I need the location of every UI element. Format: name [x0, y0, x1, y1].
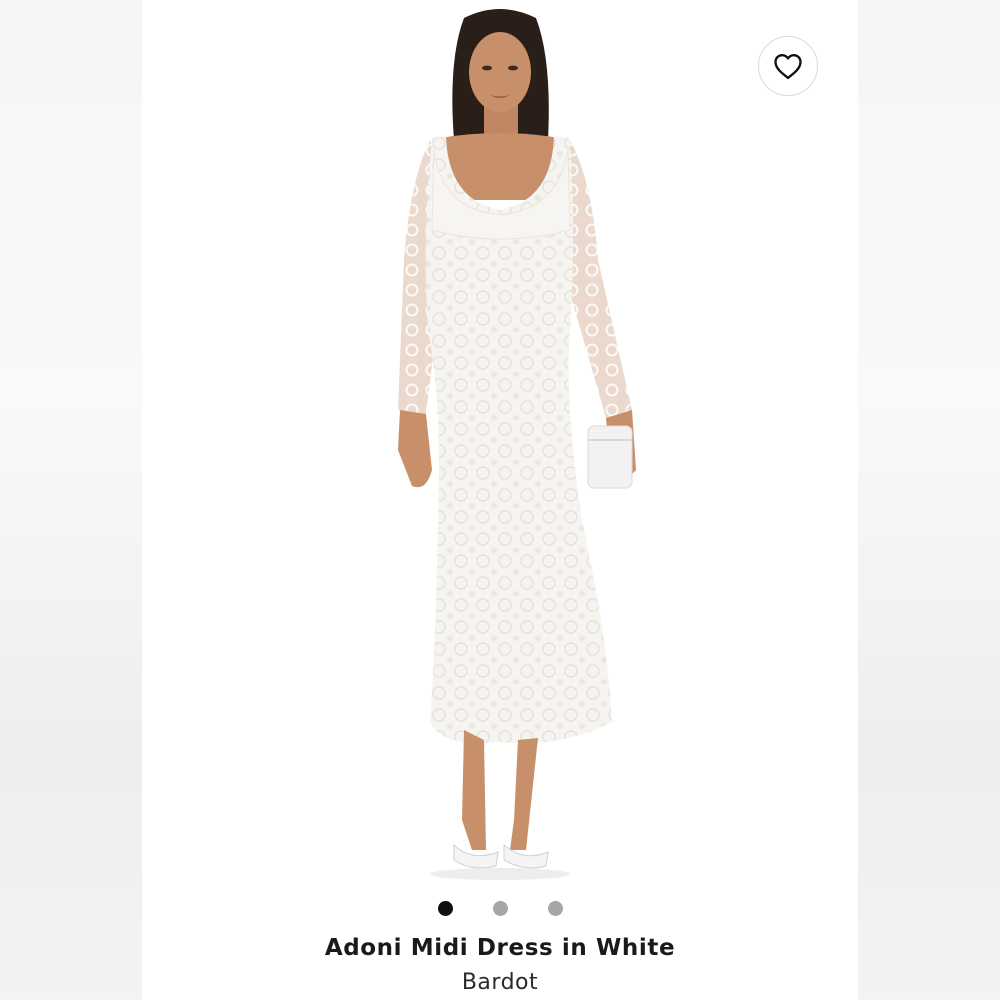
carousel-indicators	[142, 900, 858, 916]
carousel-dot-3[interactable]	[547, 900, 563, 916]
product-title[interactable]: Adoni Midi Dress in White	[142, 935, 858, 961]
product-brand[interactable]: Bardot	[142, 970, 858, 995]
product-photo-illustration	[398, 9, 636, 880]
favorite-button[interactable]	[758, 36, 818, 96]
heart-icon	[774, 53, 802, 80]
product-card: Adoni Midi Dress in White Bardot	[142, 0, 858, 1000]
product-image[interactable]	[142, 0, 858, 890]
carousel-dot-2[interactable]	[492, 900, 508, 916]
blurred-background-right	[858, 0, 1000, 1000]
carousel-dot-1[interactable]	[437, 900, 453, 916]
blurred-background-left	[0, 0, 142, 1000]
